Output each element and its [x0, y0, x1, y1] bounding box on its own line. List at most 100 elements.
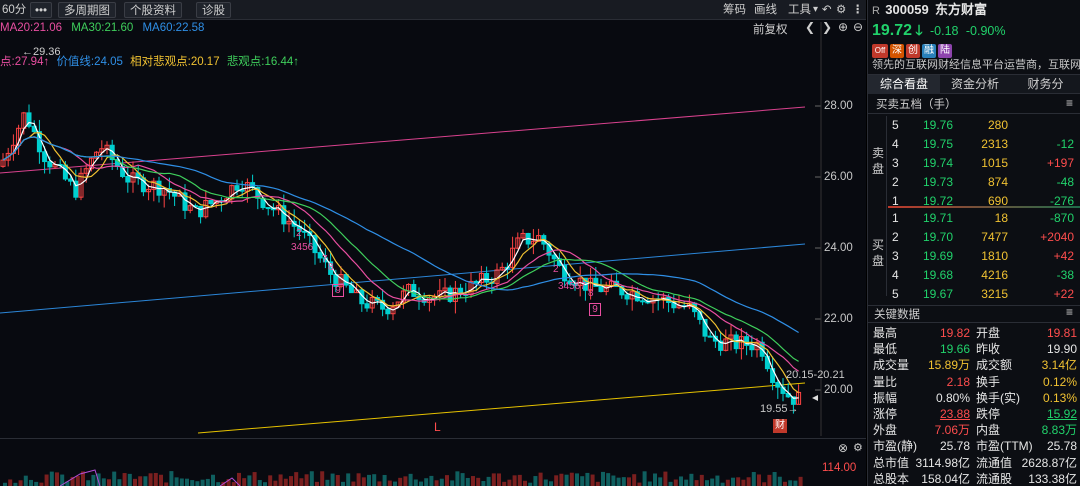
finance-report-mark[interactable]: 财	[773, 419, 787, 433]
stock-code: 300059	[885, 2, 929, 17]
key-value: 2.18	[946, 374, 970, 389]
menu-icon[interactable]: ≡	[1066, 305, 1073, 319]
sell-order-row[interactable]: 3 19.74 1015 +197	[868, 154, 1080, 172]
volume-bar	[216, 482, 221, 486]
volume-bar	[684, 479, 689, 486]
volume-bar	[372, 474, 377, 486]
order-volume: 3215	[981, 287, 1008, 301]
quote-panel: R 300059 东方财富 19.72 🡓 -0.18 -0.90% Off 深创…	[867, 0, 1080, 486]
tag-lu[interactable]: 陆	[938, 44, 952, 58]
tag-shen[interactable]: 深	[890, 44, 904, 58]
price-change-pct: -0.90%	[965, 24, 1006, 38]
volume-bar	[107, 479, 111, 486]
close-icon[interactable]: ⊗	[838, 441, 848, 455]
volume-bar	[606, 473, 611, 486]
volume-bar	[159, 474, 163, 486]
key-value: 15.89万	[927, 358, 970, 373]
sell-order-row[interactable]: 1 19.72 690 -276	[868, 192, 1080, 210]
volume-bar	[424, 478, 429, 486]
volume-bar	[663, 471, 668, 486]
settings-icon[interactable]: ⚙	[853, 441, 863, 454]
diagnose-button[interactable]: 诊股	[196, 2, 231, 18]
order-volume: 280	[987, 118, 1008, 132]
volume-bar	[564, 474, 569, 486]
order-price: 19.75	[922, 137, 953, 151]
tab-finance[interactable]: 财务分	[1010, 75, 1080, 94]
gear-icon[interactable]: ⚙	[836, 2, 846, 18]
menu-icon[interactable]: ≡	[1066, 96, 1073, 110]
volume-bar	[18, 480, 23, 486]
volume-bar	[346, 473, 351, 486]
candle-body	[364, 303, 370, 309]
buy-order-row[interactable]: 5 19.67 3215 +22	[868, 285, 1080, 303]
zoom-out-icon[interactable]: ⊖	[853, 20, 863, 34]
volume-bar	[705, 480, 709, 486]
volume-bar	[471, 476, 475, 486]
volume-bar	[476, 477, 481, 486]
buy-order-row[interactable]: 2 19.70 7477 +2040	[868, 228, 1080, 246]
period-button[interactable]: 60分	[2, 2, 26, 18]
key-value: 0.12%	[1042, 374, 1077, 389]
volume-bar	[491, 473, 496, 486]
tag-rong[interactable]: 融	[922, 44, 936, 58]
volume-bar	[725, 479, 730, 486]
volume-bar	[668, 481, 673, 486]
undo-icon[interactable]: ↶	[822, 2, 832, 18]
zoom-in-icon[interactable]: ⊕	[838, 20, 848, 34]
candle-body	[707, 335, 713, 338]
volume-bar	[356, 473, 361, 486]
tools-button[interactable]: 工具	[788, 2, 811, 18]
volume-bar	[497, 473, 501, 486]
buy-order-row[interactable]: 1 19.71 18 -870	[868, 209, 1080, 227]
volume-bar	[679, 476, 683, 486]
order-change: -870	[1049, 211, 1074, 225]
candle-body	[385, 308, 391, 315]
chart-area[interactable]: 60分 ••• 多周期图 个股资料 诊股 筹码 画线 工具 ▾ ↶ ⚙ ⋮ MA…	[0, 0, 866, 486]
volume-bar	[299, 478, 304, 486]
tab-fund-analysis[interactable]: 资金分析	[940, 75, 1010, 94]
candlestick-chart[interactable]	[0, 0, 866, 486]
menu-dots-icon[interactable]: ⋮	[852, 2, 864, 18]
multi-period-button[interactable]: 多周期图	[58, 2, 116, 18]
sell-order-row[interactable]: 5 19.76 280	[868, 116, 1080, 134]
sell-order-row[interactable]: 4 19.75 2313 -12	[868, 135, 1080, 153]
volume-bar	[112, 471, 117, 486]
stock-name: 东方财富	[935, 2, 988, 17]
more-button[interactable]: •••	[30, 2, 53, 18]
volume-bar	[580, 476, 585, 486]
volume-bar	[731, 477, 735, 486]
volume-bar	[133, 478, 137, 486]
tag-chuang[interactable]: 创	[906, 44, 920, 58]
buy-order-row[interactable]: 3 19.69 1810 +42	[868, 247, 1080, 265]
volume-bar	[205, 478, 210, 486]
sell-order-row[interactable]: 2 19.73 874 -48	[868, 173, 1080, 191]
volume-bar	[772, 472, 777, 486]
seq-label: 3456	[291, 242, 314, 253]
candle-body	[598, 285, 604, 293]
key-data-row: 总股本 158.04亿 流通股 133.38亿	[868, 471, 1080, 486]
nav-right-icon[interactable]: ❯	[822, 20, 832, 34]
volume-bar	[517, 474, 522, 486]
volume-bar	[616, 477, 621, 486]
volume-bar	[632, 474, 637, 486]
volume-tick: 114.00	[822, 462, 857, 474]
chip-button[interactable]: 筹码	[723, 2, 746, 18]
key-value: 2628.87亿	[1021, 455, 1077, 470]
order-price: 19.70	[922, 230, 953, 244]
order-price: 19.76	[922, 118, 953, 132]
candle-body	[473, 280, 479, 284]
rehab-selector[interactable]: 前复权	[753, 21, 788, 37]
volume-bar	[465, 477, 470, 486]
chevron-down-icon[interactable]: ▾	[813, 2, 818, 18]
tag-off[interactable]: Off	[872, 44, 888, 58]
volume-bar	[351, 481, 356, 486]
volume-bar	[538, 472, 543, 486]
draw-line-button[interactable]: 画线	[754, 2, 777, 18]
stock-info-button[interactable]: 个股资料	[124, 2, 182, 18]
buy-order-row[interactable]: 4 19.68 4216 -38	[868, 266, 1080, 284]
volume-bar	[637, 482, 642, 486]
tab-overview[interactable]: 综合看盘	[868, 75, 940, 94]
volume-bar	[533, 476, 538, 486]
key-value: 15.92	[1046, 407, 1077, 421]
nav-left-icon[interactable]: ❮	[805, 20, 815, 34]
